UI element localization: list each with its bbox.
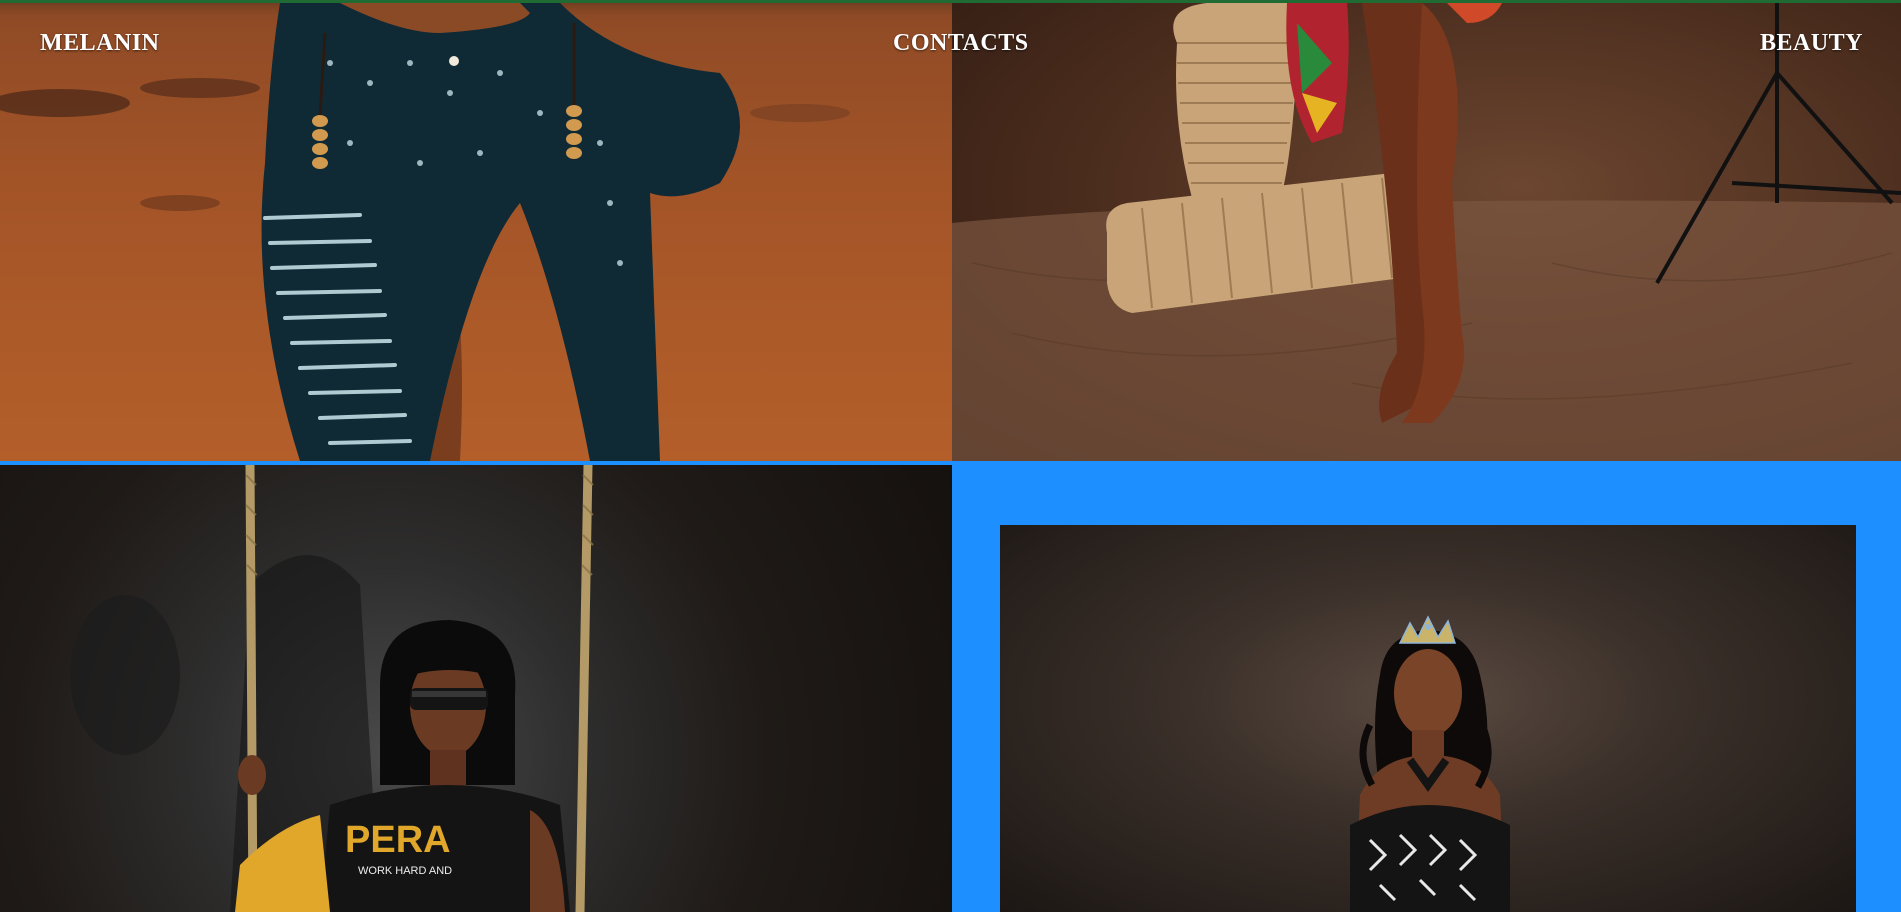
wrap-skirt-photo xyxy=(0,3,952,461)
jacket-slogan-text: WORK HARD AND xyxy=(358,865,452,877)
nav-link-melanin[interactable]: MELANIN xyxy=(40,30,160,57)
main-nav: MELANIN CONTACTS BEAUTY xyxy=(0,30,1901,70)
nav-link-beauty[interactable]: BEAUTY xyxy=(1760,30,1863,57)
gallery-tile-2[interactable] xyxy=(952,3,1901,461)
gallery-tile-3[interactable]: PERA WORK HARD AND xyxy=(0,465,952,912)
swing-photo: PERA WORK HARD AND xyxy=(70,465,594,912)
top-accent-line xyxy=(0,0,1901,3)
gallery-tile-4[interactable] xyxy=(952,465,1901,912)
jacket-graphic-text: PERA xyxy=(345,819,451,861)
crown-portrait-frame xyxy=(1000,525,1856,912)
baskets-photo xyxy=(952,3,1901,461)
gallery-tile-1[interactable] xyxy=(0,3,952,461)
crown-portrait-photo xyxy=(1350,615,1510,912)
nav-link-contacts[interactable]: CONTACTS xyxy=(893,30,1029,57)
